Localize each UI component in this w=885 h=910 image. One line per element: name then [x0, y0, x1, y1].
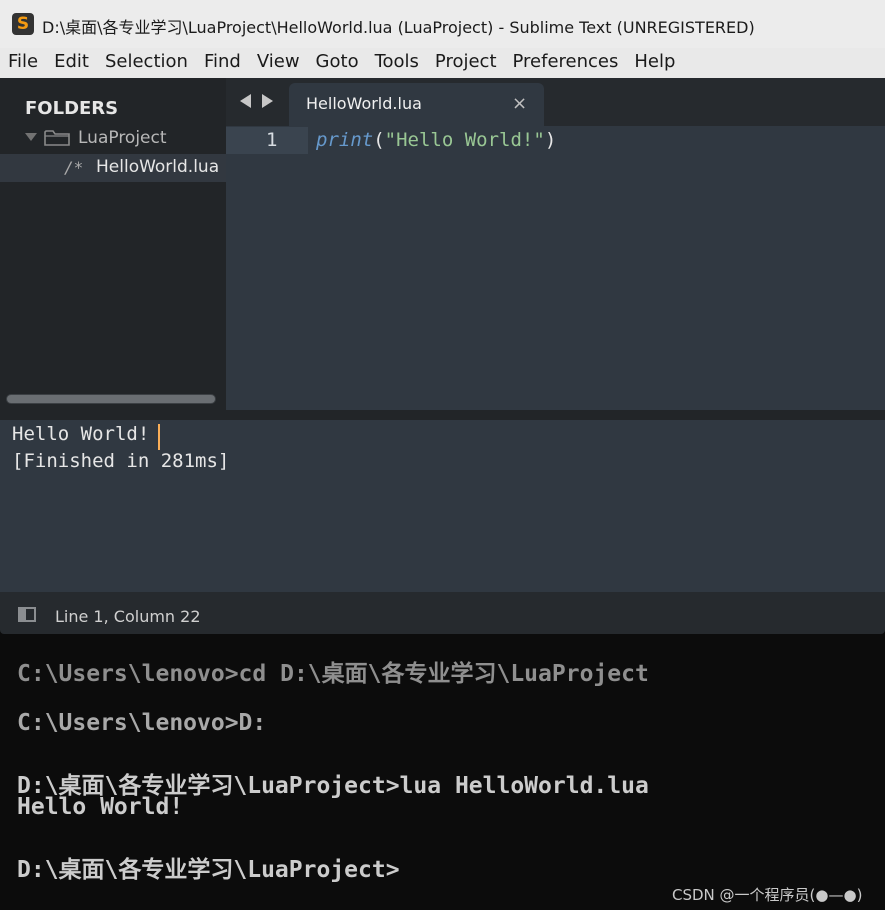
code-string: "Hello World!": [384, 129, 545, 151]
editor-area[interactable]: [226, 126, 885, 410]
menu-view[interactable]: View: [249, 48, 308, 78]
watermark: CSDN @一个程序员(●—●): [672, 886, 863, 904]
panel-toggle-icon-fill: [20, 609, 26, 620]
tab-label: HelloWorld.lua: [306, 94, 422, 113]
output-line: Hello World!: [12, 423, 150, 445]
comment-file-icon: /*: [64, 158, 84, 177]
console-line: Hello World!: [17, 794, 184, 820]
console-line: C:\Users\lenovo>D:: [17, 710, 267, 736]
code-keyword: print: [316, 129, 374, 151]
menu-help[interactable]: Help: [626, 48, 683, 78]
chevron-down-icon[interactable]: [25, 133, 37, 141]
menu-find[interactable]: Find: [196, 48, 249, 78]
menu-edit[interactable]: Edit: [46, 48, 97, 78]
menu-bar: File Edit Selection Find View Goto Tools…: [0, 48, 885, 78]
arrow-right-icon[interactable]: [262, 94, 273, 108]
code-close-paren: ): [544, 129, 557, 151]
menu-file[interactable]: File: [0, 48, 46, 78]
build-output-panel[interactable]: [0, 420, 885, 592]
sublime-text-icon: S: [12, 13, 34, 35]
folders-header: FOLDERS: [25, 98, 119, 119]
sidebar-file-helloworld[interactable]: HelloWorld.lua: [96, 157, 219, 177]
window-title: D:\桌面\各专业学习\LuaProject\HelloWorld.lua (L…: [42, 18, 755, 37]
console-prompt[interactable]: D:\桌面\各专业学习\LuaProject>: [17, 850, 400, 884]
menu-project[interactable]: Project: [427, 48, 505, 78]
menu-selection[interactable]: Selection: [97, 48, 196, 78]
output-line: [Finished in 281ms]: [12, 450, 230, 472]
folder-icon: [44, 130, 70, 146]
sidebar-folder-luaproject[interactable]: LuaProject: [78, 128, 167, 148]
cursor-position: Line 1, Column 22: [55, 607, 201, 626]
code-line[interactable]: print("Hello World!"): [316, 129, 556, 151]
code-open-paren: (: [373, 129, 385, 151]
line-number: 1: [266, 129, 278, 151]
menu-preferences[interactable]: Preferences: [505, 48, 627, 78]
arrow-left-icon[interactable]: [240, 94, 251, 108]
menu-tools[interactable]: Tools: [367, 48, 427, 78]
close-icon[interactable]: ×: [512, 93, 527, 114]
sidebar-scrollbar-thumb[interactable]: [7, 395, 215, 403]
text-caret: [158, 424, 160, 450]
panel-divider[interactable]: [0, 410, 885, 420]
console-line: C:\Users\lenovo>cd D:\桌面\各专业学习\LuaProjec…: [17, 661, 649, 687]
menu-goto[interactable]: Goto: [308, 48, 367, 78]
